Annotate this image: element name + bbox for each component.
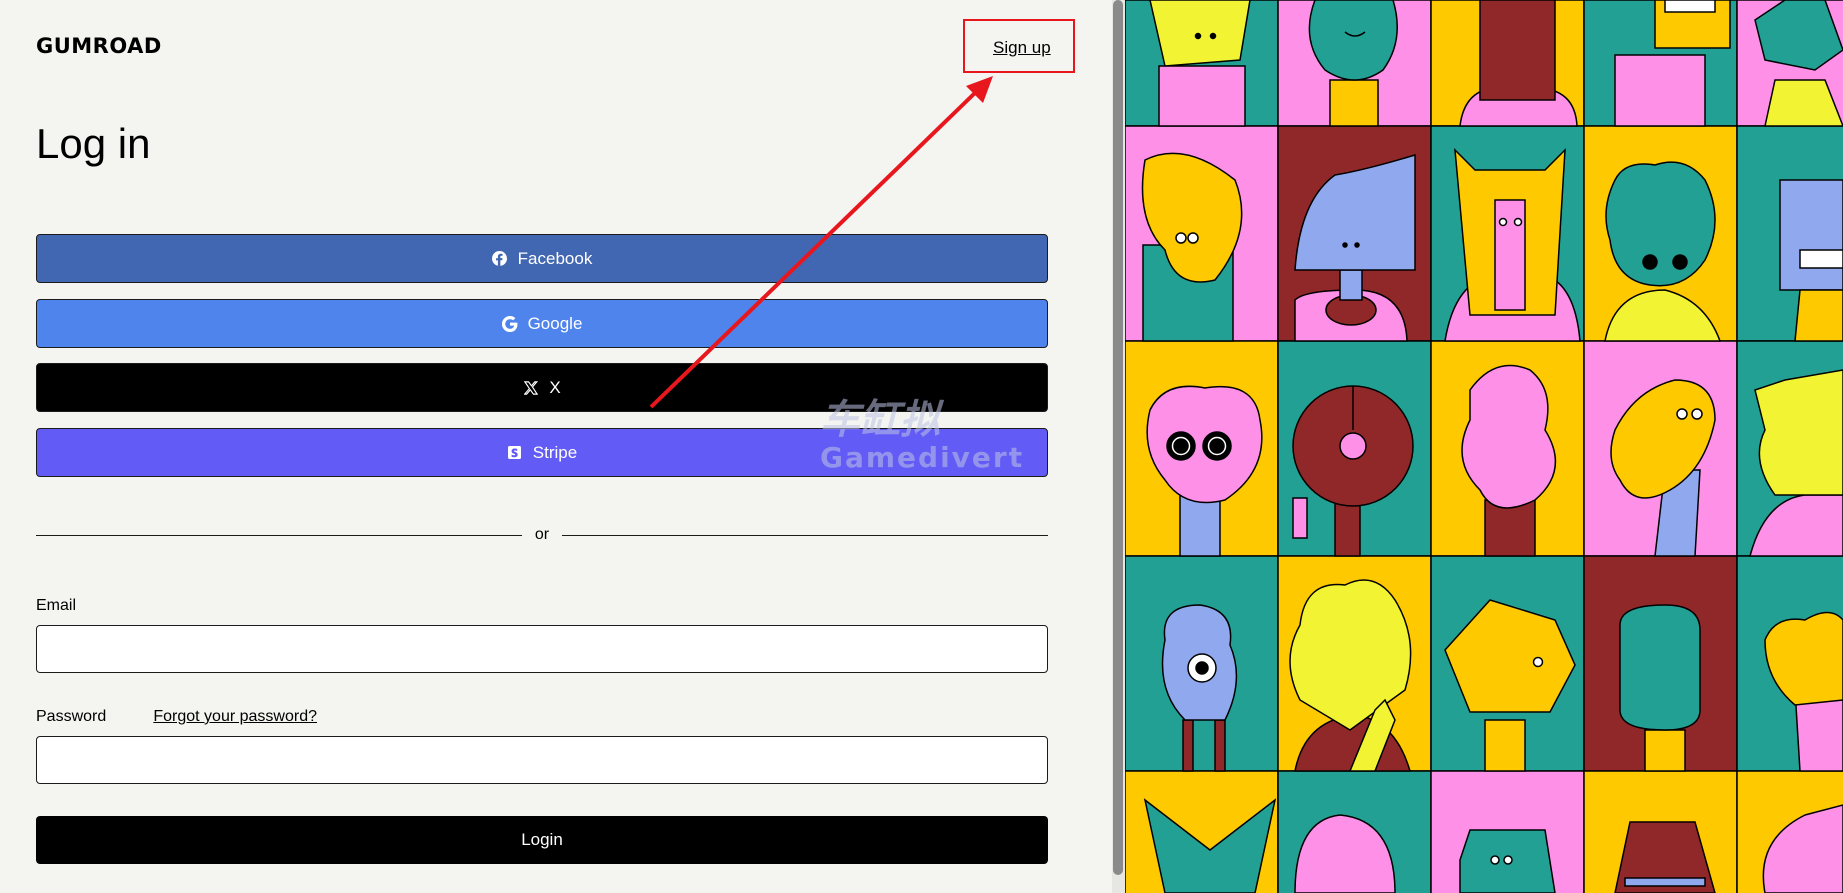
signup-link[interactable]: Sign up (993, 38, 1051, 58)
login-panel: GUMROAD Sign up Log in Facebook Google X… (0, 0, 1112, 893)
email-input[interactable] (36, 625, 1048, 673)
google-login-button[interactable]: Google (36, 299, 1048, 348)
watermark-line-2: Gamedivert (820, 441, 1025, 474)
x-icon (523, 380, 539, 396)
stripe-button-label: Stripe (532, 442, 578, 462)
google-icon (501, 315, 518, 332)
password-input[interactable] (36, 736, 1048, 784)
characters-illustration (1125, 0, 1843, 893)
x-button-label: X (549, 377, 561, 397)
email-label: Email (36, 597, 77, 614)
login-submit-button[interactable]: Login (36, 816, 1048, 864)
watermark-line-1: 车缸拟 (820, 397, 940, 443)
scrollbar-thumb[interactable] (1113, 0, 1123, 875)
forgot-password-link[interactable]: Forgot your password? (153, 708, 317, 726)
watermark: 车缸拟 Gamedivert (820, 400, 1024, 472)
facebook-button-label: Facebook (517, 248, 593, 268)
gumroad-logo[interactable]: GUMROAD (36, 34, 162, 58)
page-title: Log in (36, 120, 151, 167)
google-button-label: Google (527, 313, 583, 333)
divider-or-text: or (534, 526, 550, 543)
divider-right (562, 535, 1048, 536)
illustration-panel (1125, 0, 1843, 893)
facebook-login-button[interactable]: Facebook (36, 234, 1048, 283)
password-label: Password (36, 708, 107, 725)
stripe-icon (507, 445, 523, 461)
divider-left (36, 535, 522, 536)
facebook-icon (492, 251, 508, 267)
